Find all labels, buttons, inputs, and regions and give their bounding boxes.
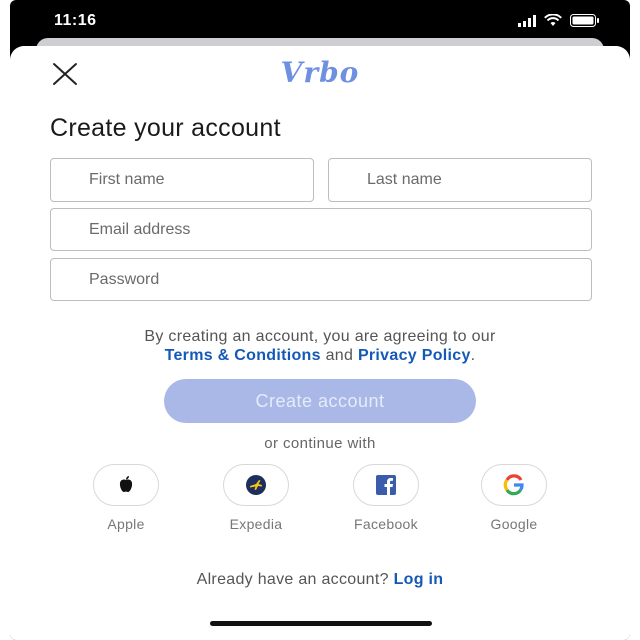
- password-field[interactable]: Password: [50, 258, 592, 301]
- google-button[interactable]: [481, 464, 547, 506]
- login-prompt: Already have an account? Log in: [10, 571, 630, 589]
- apple-icon: [119, 476, 133, 492]
- expedia-icon: [246, 475, 266, 495]
- create-account-button[interactable]: Create account: [164, 379, 476, 423]
- wifi-icon: [544, 14, 562, 26]
- terms-link[interactable]: Terms & Conditions: [165, 347, 321, 364]
- signup-sheet: Vrbo Create your account First name Last…: [10, 46, 630, 640]
- last-name-placeholder: Last name: [367, 171, 442, 188]
- apple-button[interactable]: [93, 464, 159, 506]
- expedia-label: Expedia: [229, 516, 283, 532]
- continue-with-text: or continue with: [264, 435, 376, 452]
- email-placeholder: Email address: [89, 221, 191, 238]
- home-indicator[interactable]: [210, 621, 432, 626]
- login-prompt-text: Already have an account?: [196, 571, 389, 588]
- vrbo-logo: Vrbo: [280, 56, 360, 89]
- terms-prefix: By creating an account, you are agreeing…: [144, 328, 496, 345]
- terms-links-line: Terms & Conditions and Privacy Policy.: [10, 346, 630, 365]
- terms-text: By creating an account, you are agreeing…: [10, 327, 630, 365]
- terms-and: and: [325, 347, 354, 364]
- password-placeholder: Password: [89, 271, 160, 288]
- first-name-placeholder: First name: [89, 171, 165, 188]
- apple-label: Apple: [107, 516, 145, 532]
- social-facebook: Facebook: [340, 464, 432, 532]
- email-field[interactable]: Email address: [50, 208, 592, 251]
- status-icons: [518, 14, 600, 27]
- page-title: Create your account: [50, 114, 281, 142]
- facebook-button[interactable]: [353, 464, 419, 506]
- terms-suffix: .: [470, 347, 476, 364]
- google-label: Google: [490, 516, 538, 532]
- facebook-label: Facebook: [354, 516, 418, 532]
- expedia-button[interactable]: [223, 464, 289, 506]
- google-icon: [503, 474, 524, 496]
- phone-frame: 11:16 Vrbo Create your account First nam…: [10, 0, 630, 640]
- privacy-link[interactable]: Privacy Policy: [358, 347, 471, 364]
- status-time: 11:16: [54, 12, 97, 29]
- social-apple: Apple: [80, 464, 172, 532]
- signal-icon: [518, 14, 536, 27]
- social-expedia: Expedia: [210, 464, 302, 532]
- login-link[interactable]: Log in: [394, 571, 444, 588]
- facebook-icon: [376, 475, 396, 495]
- first-name-field[interactable]: First name: [50, 158, 314, 202]
- last-name-field[interactable]: Last name: [328, 158, 592, 202]
- social-google: Google: [468, 464, 560, 532]
- battery-icon: [570, 14, 599, 27]
